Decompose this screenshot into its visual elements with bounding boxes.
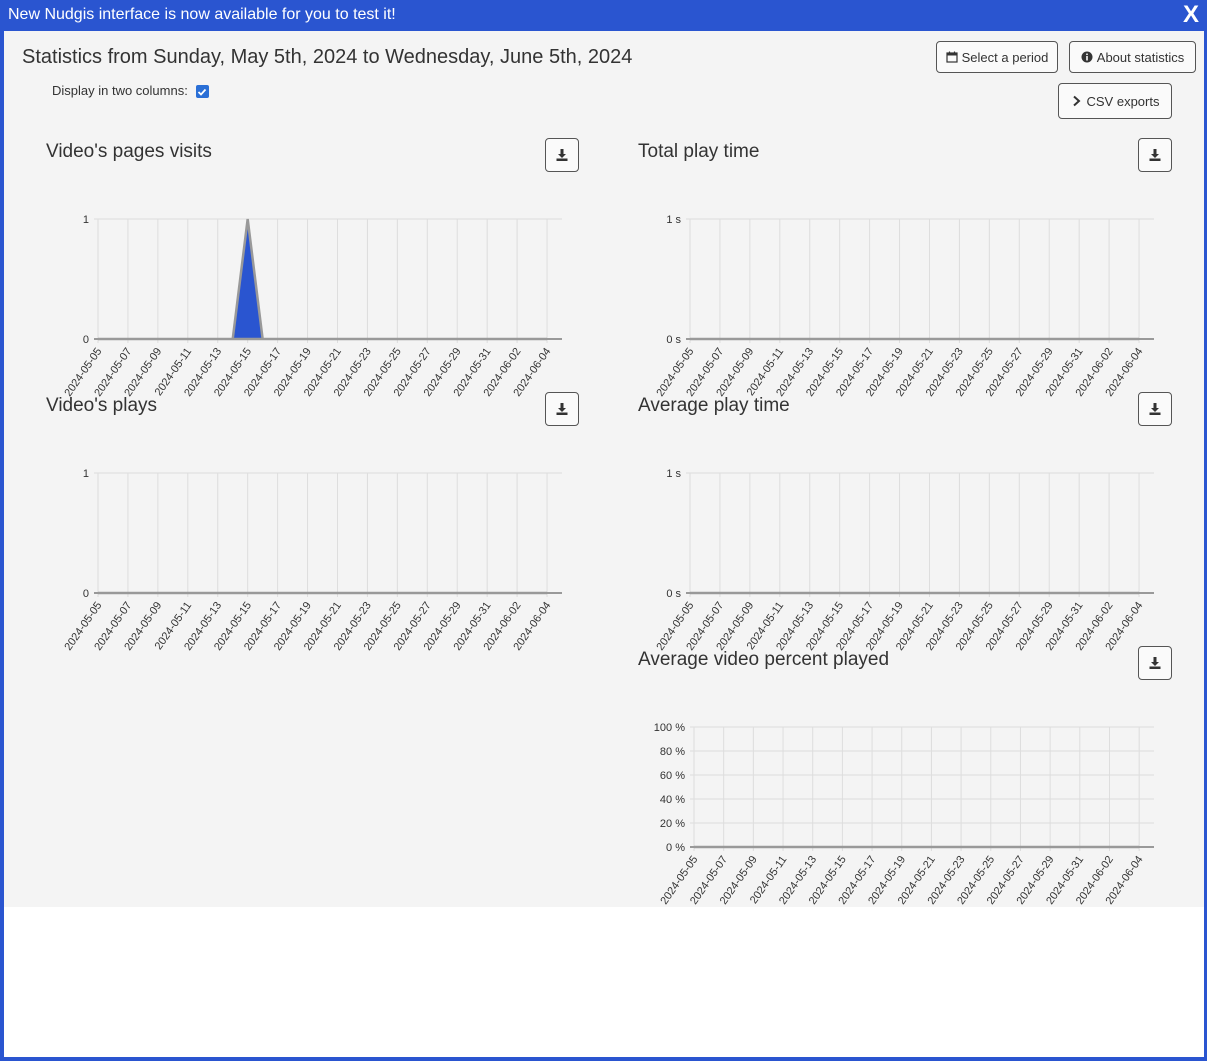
y-tick-label: 0 s xyxy=(666,334,681,346)
chart-title-total-play-time: Total play time xyxy=(638,141,760,162)
two-columns-checkbox[interactable] xyxy=(195,85,209,98)
chart-title-video-plays: Video's plays xyxy=(46,395,158,416)
download-average-play-time-button[interactable] xyxy=(1138,392,1172,426)
chart-title-average-percent-played: Average video percent played xyxy=(638,649,890,670)
csv-exports-button[interactable]: CSV exports xyxy=(1058,83,1172,119)
select-period-label: Select a period xyxy=(961,49,1049,65)
download-total-play-time-button[interactable] xyxy=(1138,138,1172,172)
two-columns-option: Display in two columns: xyxy=(52,82,209,98)
download-average-percent-button[interactable] xyxy=(1138,646,1172,680)
series-area xyxy=(98,218,548,341)
download-icon xyxy=(1149,149,1161,161)
chart-average-percent-played: 0 %20 %40 %60 %80 %100 %2024-05-052024-0… xyxy=(654,722,1154,907)
chart-page-visits: 012024-05-052024-05-072024-05-092024-05-… xyxy=(62,214,562,399)
chart-total-play-time: 0 s1 s2024-05-052024-05-072024-05-092024… xyxy=(654,214,1154,399)
about-statistics-label: About statistics xyxy=(1096,49,1185,65)
chart-average-play-time: 0 s1 s2024-05-052024-05-072024-05-092024… xyxy=(654,468,1154,653)
csv-exports-label: CSV exports xyxy=(1086,93,1160,109)
download-page-visits-button[interactable] xyxy=(545,138,579,172)
select-period-button[interactable]: Select a period xyxy=(936,41,1058,73)
y-tick-label: 0 % xyxy=(666,842,685,854)
y-tick-label: 60 % xyxy=(660,770,685,782)
check-icon xyxy=(198,88,207,96)
y-tick-label: 0 s xyxy=(666,588,681,600)
y-tick-label: 20 % xyxy=(660,818,685,830)
banner-text[interactable]: New Nudgis interface is now available fo… xyxy=(8,6,396,24)
chevron-right-icon xyxy=(1072,95,1080,107)
about-statistics-button[interactable]: About statistics xyxy=(1069,41,1196,73)
two-columns-label: Display in two columns: xyxy=(52,82,188,98)
download-icon xyxy=(1149,403,1161,415)
download-icon xyxy=(556,149,568,161)
y-tick-label: 100 % xyxy=(654,722,685,734)
y-tick-label: 0 xyxy=(83,334,89,346)
y-tick-label: 0 xyxy=(83,588,89,600)
y-tick-label: 1 xyxy=(83,214,89,226)
calendar-icon xyxy=(946,51,958,63)
y-tick-label: 1 s xyxy=(666,214,681,226)
download-icon xyxy=(1149,657,1161,669)
download-icon xyxy=(556,403,568,415)
y-tick-label: 1 s xyxy=(666,468,681,480)
statistics-panel: Statistics from Sunday, May 5th, 2024 to… xyxy=(4,31,1204,907)
close-banner-button[interactable]: X xyxy=(1183,1,1199,29)
download-video-plays-button[interactable] xyxy=(545,392,579,426)
y-tick-label: 80 % xyxy=(660,746,685,758)
info-icon xyxy=(1081,51,1093,63)
info-banner: New Nudgis interface is now available fo… xyxy=(0,0,1207,31)
page-title: Statistics from Sunday, May 5th, 2024 to… xyxy=(22,46,633,68)
y-tick-label: 1 xyxy=(83,468,89,480)
chart-title-page-visits: Video's pages visits xyxy=(46,141,212,162)
chart-video-plays: 012024-05-052024-05-072024-05-092024-05-… xyxy=(62,468,562,653)
chart-title-average-play-time: Average play time xyxy=(638,395,790,416)
main-content: Statistics from Sunday, May 5th, 2024 to… xyxy=(4,31,1204,1057)
y-tick-label: 40 % xyxy=(660,794,685,806)
